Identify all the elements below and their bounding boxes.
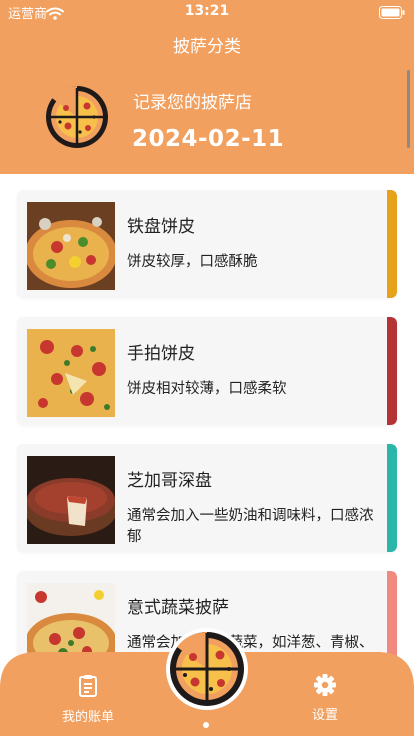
category-accent-stripe <box>387 190 397 298</box>
category-title: 手拍饼皮 <box>127 344 195 364</box>
pizza-photo <box>27 202 115 290</box>
hero-subtitle: 记录您的披萨店 <box>133 93 252 113</box>
tab-label: 我的账单 <box>61 710 114 725</box>
gear-icon <box>314 674 336 700</box>
category-description: 饼皮较厚，口感酥脆 <box>127 254 258 270</box>
pizza-photo <box>27 329 115 417</box>
center-pizza-button[interactable] <box>165 627 249 715</box>
page-title: 披萨分类 <box>173 37 241 57</box>
battery-icon <box>379 4 405 23</box>
category-card[interactable]: 手拍饼皮 饼皮相对较薄，口感柔软 <box>17 317 397 425</box>
header: 运营商 13:21 披萨分类 记录您的披萨店 2024-02-11 <box>0 0 414 174</box>
scroll-indicator[interactable] <box>407 70 410 148</box>
category-description: 通常会加入一些奶油和调味料，口感浓郁 <box>127 508 374 545</box>
tab-my-bills[interactable]: 我的账单 <box>38 674 138 725</box>
clipboard-icon <box>78 675 98 702</box>
category-description: 饼皮相对较薄，口感柔软 <box>127 381 287 397</box>
tab-settings[interactable]: 设置 <box>275 674 375 723</box>
pizza-photo <box>27 456 115 544</box>
page-indicator-dot <box>203 722 209 728</box>
category-card[interactable]: 芝加哥深盘 通常会加入一些奶油和调味料，口感浓郁 <box>17 444 397 552</box>
category-title: 芝加哥深盘 <box>127 471 212 491</box>
category-title: 铁盘饼皮 <box>127 217 195 237</box>
tab-label: 设置 <box>311 708 338 723</box>
category-accent-stripe <box>387 444 397 552</box>
pizza-logo-icon <box>44 84 110 154</box>
category-card[interactable]: 铁盘饼皮 饼皮较厚，口感酥脆 <box>17 190 397 298</box>
category-accent-stripe <box>387 317 397 425</box>
status-time: 13:21 <box>184 3 230 19</box>
status-bar: 运营商 13:21 <box>0 0 414 22</box>
hero-date: 2024-02-11 <box>132 126 285 152</box>
category-title: 意式蔬菜披萨 <box>127 598 229 618</box>
